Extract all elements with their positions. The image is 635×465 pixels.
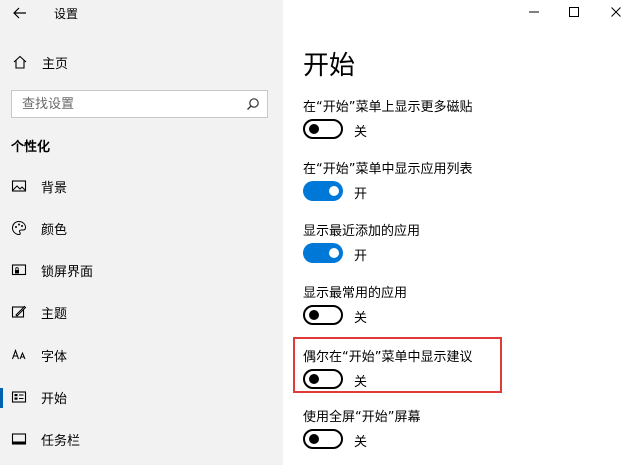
toggle-switch[interactable] [303,119,343,139]
sidebar-item-label: 开始 [41,392,68,407]
toggle-knob [309,310,319,320]
toggle-switch[interactable] [303,243,343,263]
toggle-state: 关 [354,311,368,326]
sidebar-item-lock-screen[interactable]: 锁屏界面 [0,253,283,287]
theme-brush-icon [11,305,27,318]
sidebar-item-label: 颜色 [41,223,68,238]
setting-label: 在“开始”菜单上显示更多磁贴 [303,100,473,115]
sidebar-item-background[interactable]: 背景 [0,169,283,203]
lock-screen-icon [11,264,27,276]
font-icon [11,348,26,360]
maximize-button[interactable] [563,2,585,22]
setting-label: 使用全屏“开始”屏幕 [303,410,421,425]
toggle-knob [329,186,339,196]
sidebar: 设置 主页 个性化 背景 颜色 锁屏界面 主题 字体 开始 任务栏 [0,0,283,465]
search-icon[interactable] [246,97,260,111]
minimize-icon [529,11,539,13]
maximize-icon [569,7,579,17]
section-title: 个性化 [11,140,51,155]
close-button[interactable] [605,2,627,22]
close-icon [611,7,621,17]
setting-label: 显示最常用的应用 [303,286,408,301]
sidebar-item-themes[interactable]: 主题 [0,295,283,329]
setting-label: 在“开始”菜单中显示应用列表 [303,162,473,177]
setting-label: 显示最近添加的应用 [303,224,421,239]
toggle-knob [309,434,319,444]
toggle-state: 关 [354,125,368,140]
sidebar-item-label: 锁屏界面 [41,265,94,280]
sidebar-item-start[interactable]: 开始 [0,380,283,414]
minimize-button[interactable] [523,2,545,22]
main-content: 开始 在“开始”菜单上显示更多磁贴 关 在“开始”菜单中显示应用列表 开 显示最… [283,0,635,465]
palette-icon [11,220,27,236]
sidebar-item-label: 任务栏 [41,434,81,449]
setting-app-list: 在“开始”菜单中显示应用列表 开 [303,158,623,214]
highlight-box [293,337,502,393]
sidebar-item-fonts[interactable]: 字体 [0,338,283,372]
back-arrow-icon [13,7,26,19]
toggle-state: 关 [354,435,368,450]
sidebar-item-colors[interactable]: 颜色 [0,211,283,245]
toggle-state: 开 [354,249,368,264]
taskbar-icon [11,433,27,445]
sidebar-item-label: 背景 [41,181,68,196]
search-box [11,90,268,118]
home-icon [13,55,27,69]
toggle-knob [309,124,319,134]
sidebar-item-label: 字体 [41,350,68,365]
back-button[interactable] [11,4,29,22]
sidebar-item-taskbar[interactable]: 任务栏 [0,422,283,456]
app-title: 设置 [54,7,79,21]
setting-more-tiles: 在“开始”菜单上显示更多磁贴 关 [303,96,623,152]
setting-recently-added: 显示最近添加的应用 开 [303,220,623,276]
sidebar-item-home[interactable]: 主页 [0,50,283,74]
home-label: 主页 [42,57,69,72]
sidebar-item-label: 主题 [41,307,68,322]
setting-most-used: 显示最常用的应用 关 [303,282,623,338]
page-title: 开始 [303,51,356,81]
toggle-knob [329,248,339,258]
picture-icon [11,180,27,192]
setting-fullscreen-start: 使用全屏“开始”屏幕 关 [303,406,623,462]
toggle-switch[interactable] [303,181,343,201]
active-indicator [0,388,3,408]
start-menu-icon [11,391,27,403]
toggle-switch[interactable] [303,429,343,449]
search-input[interactable] [12,91,240,117]
toggle-switch[interactable] [303,305,343,325]
toggle-state: 开 [354,187,368,202]
